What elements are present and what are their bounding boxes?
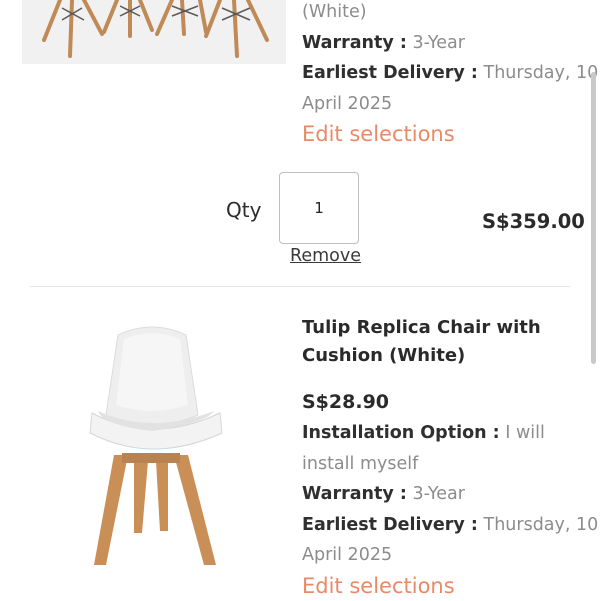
chair-legs-illustration (22, 0, 286, 64)
product-title[interactable]: Tulip Replica Chair with (302, 314, 587, 342)
delivery-value-cont: April 2025 (302, 93, 393, 114)
installation-row: Installation Option : I will (302, 418, 587, 449)
line-total: S$359.00 (482, 210, 585, 233)
edit-selections-link[interactable]: Edit selections (302, 571, 587, 601)
installation-value-cont: install myself (302, 453, 419, 474)
item-details: (White) Warranty : 3-Year Earliest Deliv… (302, 0, 598, 149)
qty-label: Qty (226, 198, 262, 222)
delivery-label: Earliest Delivery : (302, 63, 478, 83)
item-details: Tulip Replica Chair with Cushion (White)… (302, 314, 598, 601)
product-image-dining-chairs[interactable] (22, 0, 286, 64)
warranty-row: Warranty : 3-Year (302, 28, 587, 59)
scrollbar[interactable] (591, 72, 596, 364)
edit-selections-link[interactable]: Edit selections (302, 119, 587, 149)
installation-value: I will (505, 423, 545, 443)
remove-link[interactable]: Remove (290, 246, 361, 266)
cart-item: Tulip Replica Chair with Cushion (White)… (22, 287, 598, 600)
warranty-label: Warranty : (302, 32, 407, 53)
warranty-label: Warranty : (302, 484, 407, 504)
tulip-chair-illustration (89, 326, 223, 565)
installation-label: Installation Option : (302, 423, 500, 443)
variant-text: (White) (302, 2, 367, 22)
delivery-row: Earliest Delivery : Thursday, 10 (302, 510, 598, 541)
delivery-value: Thursday, 10 (483, 514, 599, 535)
unit-price: S$28.90 (302, 391, 390, 413)
warranty-value: 3-Year (412, 484, 465, 504)
delivery-value-cont: April 2025 (302, 545, 393, 565)
delivery-label: Earliest Delivery : (302, 514, 478, 535)
product-title-cont[interactable]: Cushion (White) (302, 342, 587, 370)
cart-item: (White) Warranty : 3-Year Earliest Deliv… (22, 0, 598, 286)
product-image-tulip-chair[interactable] (22, 295, 286, 585)
quantity-input[interactable]: 1 (279, 172, 359, 244)
delivery-row: Earliest Delivery : Thursday, 10 (302, 58, 598, 89)
delivery-value: Thursday, 10 (483, 63, 599, 83)
warranty-value: 3-Year (412, 32, 465, 53)
warranty-row: Warranty : 3-Year (302, 479, 587, 510)
